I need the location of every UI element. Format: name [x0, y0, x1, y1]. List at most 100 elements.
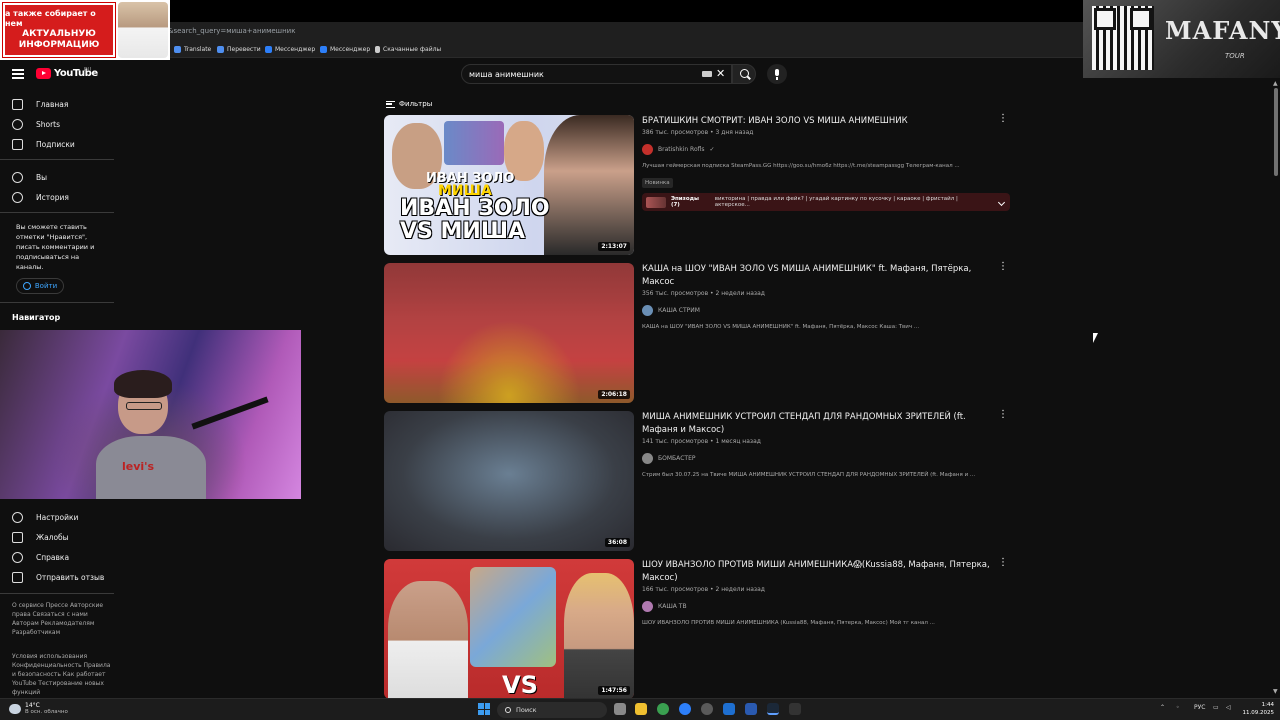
video-result[interactable]: 36:08 МИША АНИМЕШНИК УСТРОИЛ СТЕНДАП ДЛЯ… — [384, 410, 1014, 553]
channel-avatar — [642, 453, 653, 464]
video-result[interactable]: 2:06:18 КАША на ШОУ "ИВАН ЗОЛО VS МИША А… — [384, 262, 1014, 405]
more-options-icon[interactable]: ⋮ — [998, 558, 1008, 568]
tray-icon[interactable]: ◦ — [1176, 704, 1180, 711]
promo-person-image — [118, 2, 168, 58]
video-description: Лучшая геймерская подписка SteamPass.GG … — [642, 163, 960, 169]
help-icon — [12, 551, 23, 563]
thumbnail-collage — [444, 121, 504, 165]
feedback-icon — [12, 571, 23, 583]
mic-button[interactable] — [767, 64, 787, 84]
bookmark-messenger-1[interactable]: Мессенджер — [265, 46, 315, 53]
sidebar-item-feedback[interactable]: Отправить отзыв — [12, 570, 104, 584]
sidebar-item-reports[interactable]: Жалобы — [12, 530, 69, 544]
bookmark-downloads[interactable]: Скачанные файлы — [375, 46, 441, 53]
search-input[interactable]: миша анимешник ✕ — [461, 64, 732, 84]
channel-avatar — [642, 144, 653, 155]
video-description: КАША на ШОУ "ИВАН ЗОЛО VS МИША АНИМЕШНИК… — [642, 324, 920, 330]
chevron-down-icon[interactable] — [997, 198, 1006, 206]
promo-banner: а также собирает о нем АКТУАЛЬНУЮ ИНФОРМ… — [3, 3, 115, 57]
qr-code — [1092, 6, 1154, 70]
video-title[interactable]: КАША на ШОУ "ИВАН ЗОЛО VS МИША АНИМЕШНИК… — [642, 263, 1002, 289]
history-icon — [12, 191, 23, 203]
video-description: ШОУ ИВАНЗОЛО ПРОТИВ МИШИ АНИМЕШНИКА (Kus… — [642, 620, 935, 626]
video-duration: 1:47:56 — [598, 686, 630, 695]
thumbnail-face-right — [544, 115, 634, 255]
app-icon[interactable] — [701, 703, 713, 715]
more-options-icon[interactable]: ⋮ — [998, 262, 1008, 272]
footer-links-2[interactable]: Условия использования Конфиденциальность… — [12, 652, 116, 697]
chrome-icon[interactable] — [657, 703, 669, 715]
menu-icon[interactable] — [12, 69, 24, 79]
sidebar-divider — [0, 593, 114, 594]
search-value[interactable]: миша анимешник — [469, 70, 544, 79]
cloud-icon — [9, 703, 21, 714]
channel-link[interactable]: Bratishkin Rofls ✓ — [642, 144, 1002, 155]
app-icon[interactable] — [723, 703, 735, 715]
episodes-bar[interactable]: Эпизоды (7) викторина | правда или фейк?… — [642, 193, 1010, 211]
bookmark-translate-ru[interactable]: Перевести — [217, 46, 261, 53]
file-explorer-icon[interactable] — [635, 703, 647, 715]
download-icon — [375, 46, 380, 53]
taskbar-search[interactable]: Поиск — [497, 702, 607, 718]
task-view-icon[interactable] — [614, 703, 626, 715]
sidebar-item-history[interactable]: История — [12, 190, 69, 204]
episode-thumbnail — [646, 196, 666, 208]
scroll-up-icon[interactable]: ▲ — [1273, 80, 1278, 87]
video-title[interactable]: БРАТИШКИН СМОТРИТ: ИВАН ЗОЛО VS МИША АНИ… — [642, 115, 1002, 128]
network-icon[interactable]: ▭ — [1213, 704, 1219, 711]
more-options-icon[interactable]: ⋮ — [998, 114, 1008, 124]
webcam-overlay: levi's — [0, 330, 301, 499]
video-thumbnail[interactable]: VS 1:47:56 — [384, 559, 634, 699]
language-indicator[interactable]: РУС — [1194, 704, 1205, 711]
bookmark-messenger-2[interactable]: Мессенджер — [320, 46, 370, 53]
taskbar-clock[interactable]: 1:44 11.09.2025 — [1240, 701, 1275, 717]
filters-button[interactable]: Фильтры — [386, 100, 432, 108]
video-meta: 386 тыс. просмотров • 3 дня назад — [642, 129, 754, 136]
translate-icon — [217, 46, 224, 53]
episodes-label: Эпизоды (7) — [670, 196, 700, 208]
close-icon[interactable]: ✕ — [716, 68, 725, 80]
windows-start-icon[interactable] — [478, 703, 490, 715]
sidebar-item-shorts[interactable]: Shorts — [12, 117, 60, 131]
telegram-icon[interactable] — [679, 703, 691, 715]
address-url[interactable]: &search_query=миша+анимешник — [168, 27, 295, 35]
video-thumbnail[interactable]: ИВАН ЗОЛО МИША ИВАН ЗОЛО VS МИША 2:13:07 — [384, 115, 634, 255]
scroll-down-icon[interactable]: ▼ — [1273, 688, 1278, 695]
steam-icon[interactable] — [767, 703, 779, 715]
volume-icon[interactable]: ◁ — [1226, 704, 1231, 711]
footer-links-1[interactable]: О сервисе Прессе Авторские права Связать… — [12, 601, 116, 637]
sidebar-item-settings[interactable]: Настройки — [12, 510, 78, 524]
channel-link[interactable]: КАША СТРИМ — [642, 305, 1002, 316]
bookmark-translate[interactable]: Translate — [174, 46, 211, 53]
app-icon[interactable] — [745, 703, 757, 715]
video-title[interactable]: МИША АНИМЕШНИК УСТРОИЛ СТЕНДАП ДЛЯ РАНДО… — [642, 411, 1002, 437]
search-button[interactable] — [732, 64, 756, 84]
signin-note: Вы сможете ставить отметки "Нравится", п… — [16, 223, 95, 271]
keyboard-icon[interactable] — [702, 71, 712, 77]
app-icon[interactable] — [789, 703, 801, 715]
more-options-icon[interactable]: ⋮ — [998, 410, 1008, 420]
thumbnail-headline: ИВАН ЗОЛО VS МИША — [400, 196, 550, 244]
video-result[interactable]: ИВАН ЗОЛО МИША ИВАН ЗОЛО VS МИША 2:13:07… — [384, 114, 1014, 257]
sidebar-item-home[interactable]: Главная — [12, 97, 68, 111]
video-info: МИША АНИМЕШНИК УСТРОИЛ СТЕНДАП ДЛЯ РАНДО… — [642, 411, 1002, 478]
video-info: КАША на ШОУ "ИВАН ЗОЛО VS МИША АНИМЕШНИК… — [642, 263, 1002, 330]
translate-icon — [174, 46, 181, 53]
channel-link[interactable]: КАША ТВ — [642, 601, 1002, 612]
sidebar-item-help[interactable]: Справка — [12, 550, 69, 564]
video-info: ШОУ ИВАНЗОЛО ПРОТИВ МИШИ АНИМЕШНИКА😱(Kus… — [642, 559, 1002, 626]
video-result[interactable]: VS 1:47:56 ШОУ ИВАНЗОЛО ПРОТИВ МИШИ АНИМ… — [384, 558, 1014, 699]
video-thumbnail[interactable]: 2:06:18 — [384, 263, 634, 403]
channel-link[interactable]: БОМБАСТЕР — [642, 453, 1002, 464]
tray-chevron-icon[interactable]: ⌃ — [1160, 704, 1165, 711]
video-duration: 2:06:18 — [598, 390, 630, 399]
scrollbar-thumb[interactable] — [1274, 88, 1278, 176]
video-thumbnail[interactable]: 36:08 — [384, 411, 634, 551]
thumbnail-face-right — [564, 573, 634, 699]
signin-button[interactable]: Войти — [16, 278, 64, 294]
sidebar-item-subscriptions[interactable]: Подписки — [12, 137, 75, 151]
weather-widget[interactable]: 14°C В осн. облачно — [9, 702, 68, 715]
video-meta: 356 тыс. просмотров • 2 недели назад — [642, 290, 765, 297]
video-title[interactable]: ШОУ ИВАНЗОЛО ПРОТИВ МИШИ АНИМЕШНИКА😱(Kus… — [642, 559, 1002, 585]
sidebar-item-you[interactable]: Вы — [12, 170, 47, 184]
